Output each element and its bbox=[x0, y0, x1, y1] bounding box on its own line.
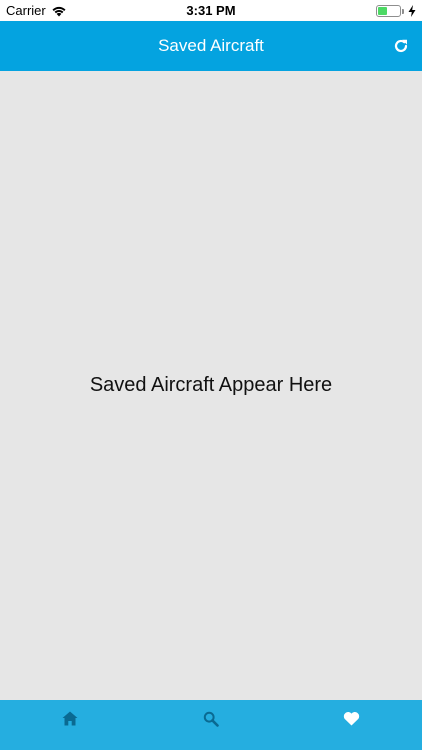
status-right bbox=[376, 0, 416, 21]
charging-bolt-icon bbox=[408, 4, 416, 17]
saved-aircraft-list: Saved Aircraft Appear Here bbox=[0, 71, 422, 700]
empty-state-message: Saved Aircraft Appear Here bbox=[89, 374, 333, 396]
nav-bar: Saved Aircraft bbox=[0, 21, 422, 71]
refresh-icon bbox=[394, 39, 408, 53]
search-icon bbox=[203, 711, 219, 727]
tab-home[interactable] bbox=[0, 700, 141, 750]
tab-search[interactable] bbox=[141, 700, 282, 750]
battery-level bbox=[378, 6, 388, 15]
home-icon bbox=[62, 711, 78, 726]
tab-saved[interactable] bbox=[281, 700, 422, 750]
page-title: Saved Aircraft bbox=[158, 36, 264, 55]
saved-aircraft-screen: Carrier 3:31 PM Saved Aircraft Saved Air… bbox=[0, 0, 422, 750]
refresh-button[interactable] bbox=[390, 35, 412, 57]
tab-bar bbox=[0, 700, 422, 750]
battery-icon bbox=[376, 4, 404, 17]
status-bar: Carrier 3:31 PM bbox=[0, 0, 422, 21]
heart-icon bbox=[344, 711, 360, 726]
status-time: 3:31 PM bbox=[186, 3, 236, 18]
